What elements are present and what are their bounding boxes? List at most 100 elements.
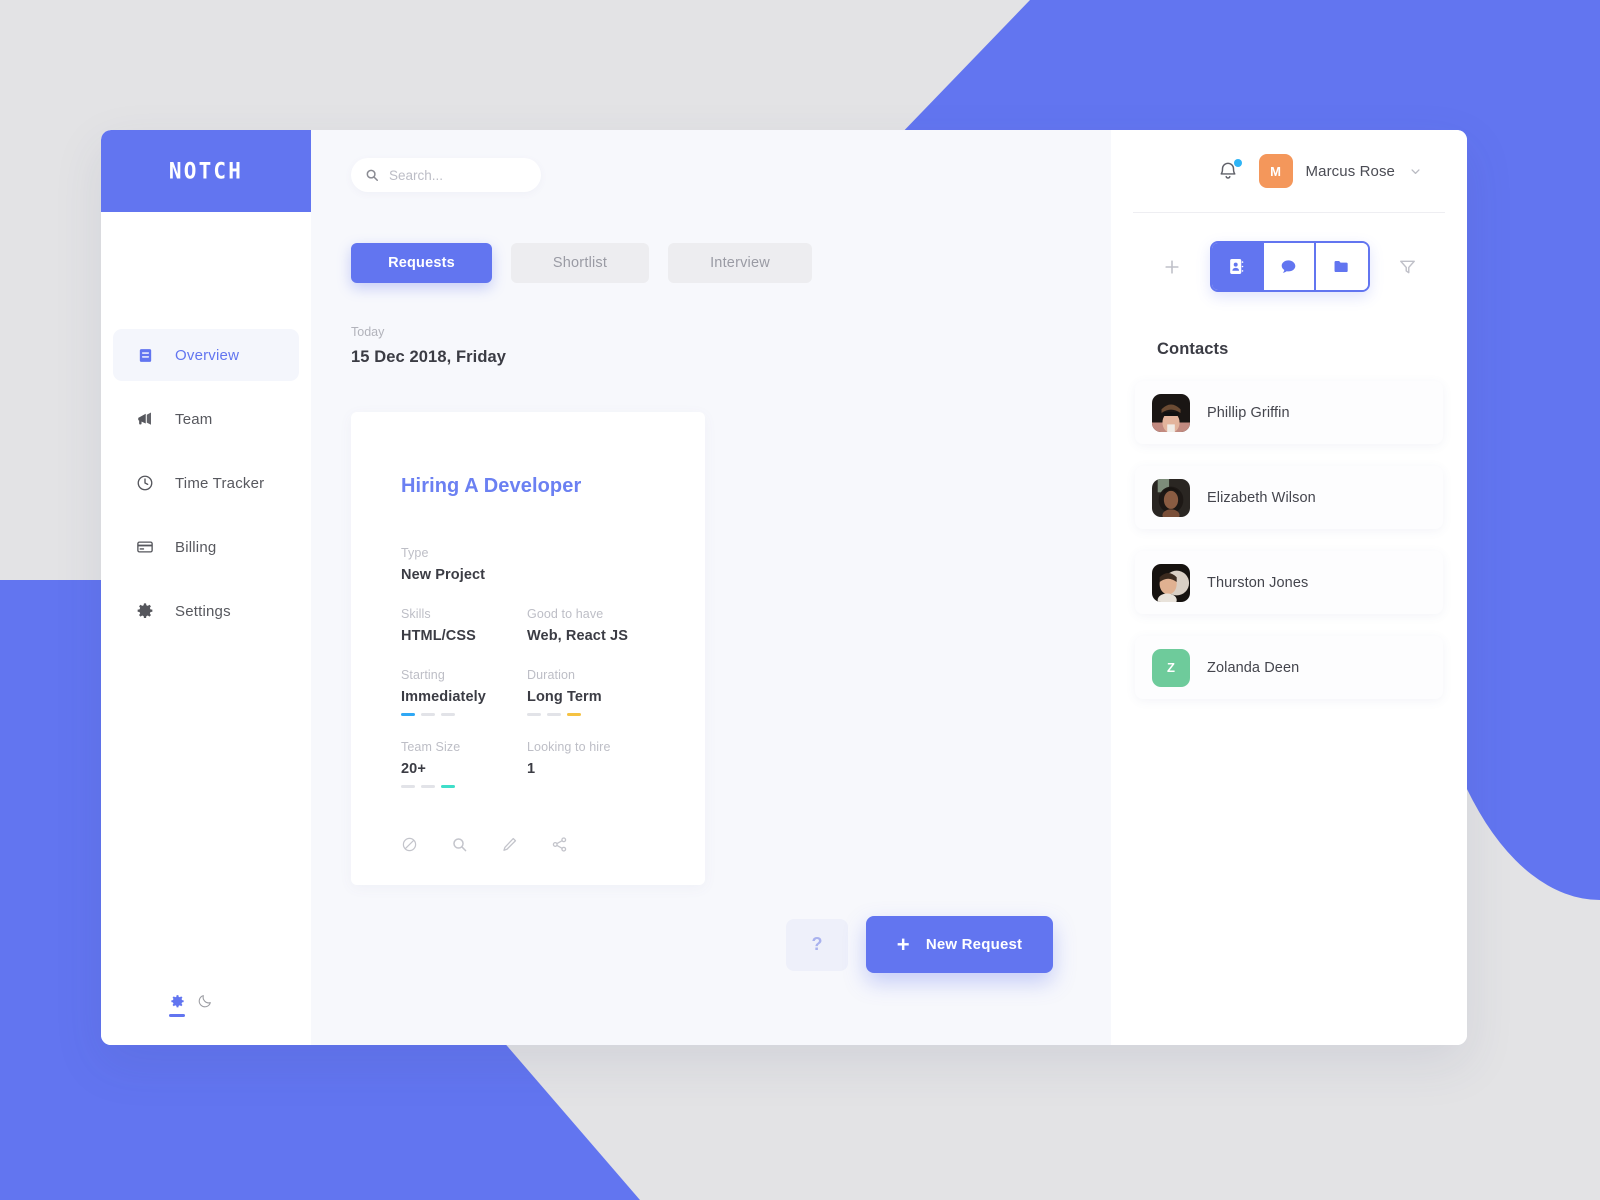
sidebar-item-settings[interactable]: Settings	[113, 585, 299, 637]
megaphone-icon	[135, 409, 155, 429]
gear-icon	[135, 601, 155, 621]
search-input[interactable]	[389, 167, 527, 183]
credit-card-icon	[135, 537, 155, 557]
contacts-list: Phillip Griffin Elizabeth Wilson Thursto…	[1133, 381, 1445, 699]
request-card[interactable]: Hiring A Developer Type New Project Skil…	[351, 412, 705, 885]
dash-segment	[527, 713, 541, 716]
dash-segment	[421, 713, 435, 716]
sidebar-item-label: Billing	[175, 538, 217, 556]
field-row: Team Size 20+ Looking to hire 1	[401, 740, 655, 788]
logo-text: NOTCH	[168, 158, 244, 184]
dash-segment	[441, 713, 455, 716]
field-row: Type New Project	[401, 546, 655, 583]
contacts-heading: Contacts	[1157, 340, 1229, 358]
avatar	[1152, 393, 1190, 432]
filter-icon[interactable]	[1398, 257, 1417, 276]
field-dashes	[527, 713, 653, 716]
contact-photo	[1152, 563, 1190, 602]
book-icon	[135, 345, 155, 365]
field-value: 20+	[401, 761, 426, 777]
divider	[1133, 212, 1445, 213]
contact-item[interactable]: Phillip Griffin	[1135, 381, 1443, 444]
tab-bar: Requests Shortlist Interview	[351, 243, 1071, 283]
footer-darkmode-button[interactable]	[197, 993, 213, 1017]
search-icon[interactable]	[451, 836, 468, 853]
field-type: Type New Project	[401, 546, 527, 583]
field-skills: Skills HTML/CSS	[401, 607, 527, 644]
dash-segment	[401, 713, 415, 716]
dash-segment	[401, 785, 415, 788]
notification-dot	[1233, 159, 1242, 167]
segmented-control	[1209, 241, 1370, 292]
field-label: Type	[401, 546, 429, 560]
user-menu[interactable]: M Marcus Rose	[1258, 154, 1423, 188]
sidebar: NOTCH Overview Team Time Tracker Billing…	[101, 130, 311, 1045]
field-label: Looking to hire	[527, 740, 611, 754]
plus-icon: +	[896, 931, 910, 957]
contact-item[interactable]: Z Zolanda Deen	[1135, 636, 1443, 699]
current-date: 15 Dec 2018, Friday	[351, 348, 507, 366]
sidebar-item-label: Team	[175, 410, 213, 428]
sidebar-item-time-tracker[interactable]: Time Tracker	[113, 457, 299, 509]
tab-requests[interactable]: Requests	[351, 243, 492, 283]
avatar: Z	[1152, 648, 1190, 687]
field-starting: Starting Immediately	[401, 668, 527, 716]
bottom-actions: ? + New Request	[786, 916, 1053, 973]
segment-files[interactable]	[1315, 243, 1368, 290]
field-dashes	[401, 785, 527, 788]
search-icon	[365, 168, 379, 182]
avatar	[1152, 563, 1190, 602]
segment-contacts[interactable]	[1211, 243, 1264, 290]
field-value: Long Term	[527, 689, 602, 705]
field-row: Starting Immediately Duration Long Term	[401, 668, 655, 716]
sidebar-item-team[interactable]: Team	[113, 393, 299, 445]
contact-photo	[1152, 393, 1190, 432]
segment-messages[interactable]	[1263, 243, 1316, 290]
contact-item[interactable]: Thurston Jones	[1135, 551, 1443, 614]
gear-icon	[170, 995, 184, 1008]
sidebar-item-overview[interactable]: Overview	[113, 329, 299, 381]
avatar	[1152, 478, 1190, 517]
request-card-fields: Type New Project Skills HTML/CSS Good to…	[401, 546, 655, 788]
tab-interview[interactable]: Interview	[668, 243, 812, 283]
field-dashes	[401, 713, 527, 716]
dash-segment	[441, 785, 455, 788]
contacts-book-icon	[1230, 259, 1244, 274]
sidebar-item-label: Overview	[175, 346, 240, 364]
field-value: 1	[527, 761, 536, 777]
notifications-button[interactable]	[1217, 159, 1242, 182]
plus-icon[interactable]	[1162, 257, 1182, 277]
footer-settings-button[interactable]	[169, 994, 185, 1017]
field-value: New Project	[401, 567, 486, 583]
contact-name: Elizabeth Wilson	[1207, 489, 1316, 506]
sidebar-item-label: Time Tracker	[175, 474, 265, 492]
search-box[interactable]	[351, 158, 541, 192]
help-button[interactable]: ?	[786, 918, 848, 971]
new-request-button[interactable]: + New Request	[866, 916, 1053, 973]
active-indicator	[169, 1014, 185, 1017]
clock-icon	[135, 473, 155, 493]
contact-item[interactable]: Elizabeth Wilson	[1135, 466, 1443, 529]
app-logo[interactable]: NOTCH	[101, 130, 311, 212]
app-window: NOTCH Overview Team Time Tracker Billing…	[101, 130, 1467, 1045]
tab-shortlist[interactable]: Shortlist	[511, 243, 649, 283]
avatar: M	[1258, 154, 1293, 188]
moon-icon	[198, 995, 211, 1008]
field-label: Duration	[527, 668, 576, 682]
field-label: Team Size	[401, 740, 461, 754]
sidebar-item-billing[interactable]: Billing	[113, 521, 299, 573]
request-card-actions	[401, 836, 655, 853]
contact-name: Thurston Jones	[1207, 574, 1309, 591]
chevron-down-icon	[1408, 164, 1423, 179]
request-card-title: Hiring A Developer	[401, 475, 582, 497]
field-label: Good to have	[527, 607, 604, 621]
panel-toolbar	[1133, 241, 1445, 292]
contact-name: Zolanda Deen	[1207, 659, 1300, 676]
edit-pencil-icon[interactable]	[501, 836, 518, 853]
field-duration: Duration Long Term	[527, 668, 653, 716]
new-request-label: New Request	[925, 936, 1023, 953]
dash-segment	[547, 713, 561, 716]
field-value: Web, React JS	[527, 628, 628, 644]
block-icon[interactable]	[401, 836, 418, 853]
share-icon[interactable]	[551, 836, 568, 853]
